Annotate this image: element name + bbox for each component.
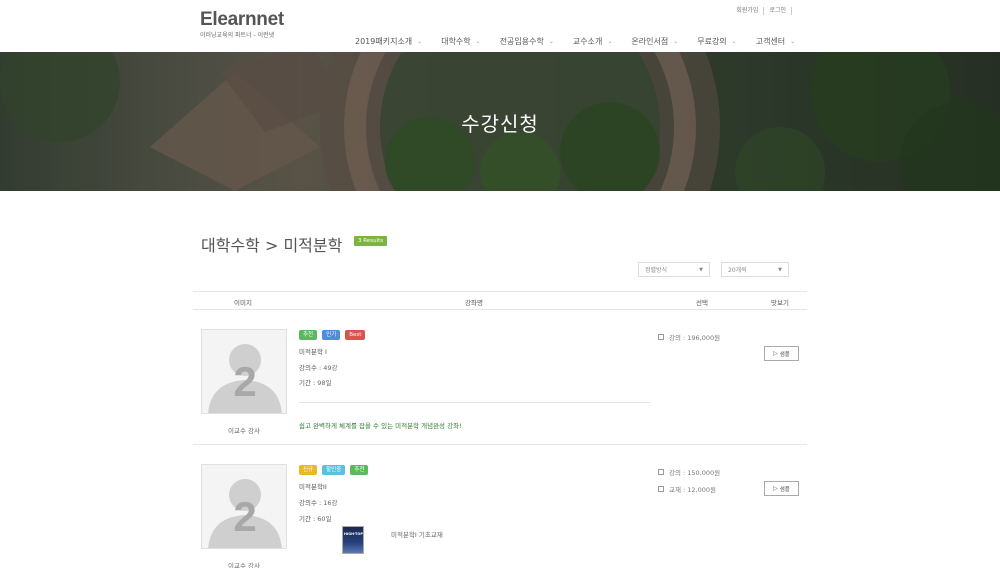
utility-links: 회원가입 로그인 bbox=[731, 7, 792, 15]
thumbnail-number: 2 bbox=[233, 493, 257, 540]
price-label: 강의 : 196,000원 bbox=[669, 334, 721, 342]
tag-new: 신규 bbox=[299, 465, 318, 475]
teacher-name: 이교수 강사 bbox=[228, 427, 260, 435]
course-tags: 신규 할인중 추천 bbox=[299, 465, 373, 475]
header-image: 이미지 bbox=[234, 299, 252, 307]
period-value: 60일 bbox=[317, 515, 332, 523]
nav-label: 대학수학 bbox=[441, 37, 471, 46]
tag-popular: 인기 bbox=[322, 330, 341, 340]
course-description: 쉽고 완벽하게 체계를 잡을 수 있는 미적분학 개념완성 강좌! bbox=[299, 422, 462, 430]
lectures-value: 16강 bbox=[323, 499, 338, 507]
price-option-lecture[interactable]: 강의 : 196,000원 bbox=[658, 332, 720, 342]
tag-recommended: 추천 bbox=[299, 330, 318, 340]
nav-label: 온라인서점 bbox=[631, 37, 669, 46]
nav-item-major-math[interactable]: 전공임용수학 ⌄ bbox=[500, 36, 554, 47]
row-divider bbox=[193, 444, 807, 445]
divider bbox=[299, 402, 651, 403]
sample-label: 샘플 bbox=[779, 351, 790, 358]
chevron-down-icon: ⌄ bbox=[548, 38, 554, 45]
page-size-select[interactable]: 20개씩 ▼ bbox=[721, 262, 789, 277]
play-icon: ▷ bbox=[773, 485, 778, 492]
nav-label: 전공임용수학 bbox=[499, 37, 544, 46]
sort-select[interactable]: 정렬방식 ▼ bbox=[638, 262, 710, 277]
main-nav: 2019패키지소개 ⌄ 대학수학 ⌄ 전공임용수학 ⌄ 교수소개 ⌄ 온라인서점 ⌄ 무료… bbox=[355, 36, 814, 47]
lectures-value: 49강 bbox=[323, 364, 338, 372]
header-course: 강좌명 bbox=[465, 299, 483, 307]
course-period: 기간 : 98일 bbox=[299, 377, 332, 387]
tag-discount: 할인중 bbox=[322, 465, 346, 475]
nav-item-bookstore[interactable]: 온라인서점 ⌄ bbox=[631, 36, 678, 47]
nav-label: 교수소개 bbox=[572, 37, 603, 46]
course-period: 기간 : 60일 bbox=[299, 513, 332, 523]
caret-down-icon: ▼ bbox=[699, 266, 703, 273]
textbook-cover[interactable]: HIGH-TOP bbox=[342, 526, 364, 554]
hero-title: 수강신청 bbox=[461, 112, 539, 136]
header-select: 선택 bbox=[696, 299, 708, 307]
sample-button[interactable]: ▷ 샘플 bbox=[764, 481, 799, 496]
chevron-down-icon: ⌄ bbox=[790, 38, 796, 45]
period-value: 98일 bbox=[317, 379, 332, 387]
nav-item-university-math[interactable]: 대학수학 ⌄ bbox=[441, 36, 480, 47]
nav-item-package[interactable]: 2019패키지소개 ⌄ bbox=[355, 36, 422, 47]
login-link[interactable]: 로그인 bbox=[763, 7, 792, 15]
course-thumbnail[interactable]: 2 bbox=[201, 464, 287, 549]
book-cover-title: HIGH-TOP bbox=[344, 532, 363, 536]
checkbox[interactable] bbox=[658, 469, 664, 475]
textbook-name: 미적분학I 기초교재 bbox=[391, 531, 443, 539]
page-title: 대학수학 > 미적분학 bbox=[201, 236, 343, 255]
logo-text: Elearnnet bbox=[200, 9, 284, 30]
nav-label: 무료강의 bbox=[697, 37, 727, 46]
course-lectures: 강의수 : 16강 bbox=[299, 497, 338, 507]
play-icon: ▷ bbox=[773, 350, 778, 357]
course-title[interactable]: 미적분학 I bbox=[299, 346, 327, 356]
chevron-down-icon: ⌄ bbox=[731, 38, 737, 45]
nav-item-free-lectures[interactable]: 무료강의 ⌄ bbox=[697, 36, 736, 47]
lectures-label: 강의수 : bbox=[299, 364, 324, 372]
results-count-badge: 3 Results bbox=[354, 236, 388, 246]
price-option-textbook[interactable]: 교재 : 12,000원 bbox=[658, 484, 716, 494]
lectures-label: 강의수 : bbox=[299, 499, 324, 507]
checkbox[interactable] bbox=[658, 486, 664, 492]
nav-item-customer-center[interactable]: 고객센터 ⌄ bbox=[756, 36, 795, 47]
teacher-name: 이교수 강사 bbox=[228, 562, 260, 568]
course-tags: 추천 인기 Best bbox=[299, 330, 370, 340]
chevron-down-icon: ⌄ bbox=[607, 38, 613, 45]
site-logo[interactable]: Elearnnet 이러닝교육의 파트너 - 이런넷 bbox=[200, 9, 284, 40]
period-label: 기간 : bbox=[299, 379, 318, 387]
course-lectures: 강의수 : 49강 bbox=[299, 362, 338, 372]
checkbox[interactable] bbox=[658, 334, 664, 340]
site-header: Elearnnet 이러닝교육의 파트너 - 이런넷 회원가입 로그인 2019… bbox=[0, 0, 1000, 52]
tag-best: Best bbox=[345, 330, 366, 340]
hero-banner: 수강신청 bbox=[0, 52, 1000, 191]
nav-item-professors[interactable]: 교수소개 ⌄ bbox=[573, 36, 612, 47]
period-label: 기간 : bbox=[299, 515, 318, 523]
header-preview: 맛보기 bbox=[771, 299, 789, 307]
chevron-down-icon: ⌄ bbox=[475, 38, 481, 45]
chevron-down-icon: ⌄ bbox=[417, 38, 423, 45]
chevron-down-icon: ⌄ bbox=[673, 38, 679, 45]
page-size-select-value: 20개씩 bbox=[728, 267, 747, 274]
caret-down-icon: ▼ bbox=[778, 266, 782, 273]
sample-button[interactable]: ▷ 샘플 bbox=[764, 346, 799, 361]
course-title[interactable]: 미적분학II bbox=[299, 481, 327, 491]
sort-select-value: 정렬방식 bbox=[645, 267, 668, 274]
price-option-lecture[interactable]: 강의 : 150,000원 bbox=[658, 467, 720, 477]
course-thumbnail[interactable]: 2 bbox=[201, 329, 287, 414]
price-label: 교재 : 12,000원 bbox=[669, 486, 717, 494]
table-header: 이미지 강좌명 선택 맛보기 bbox=[193, 291, 807, 310]
tag-recommended: 추천 bbox=[350, 465, 369, 475]
price-label: 강의 : 150,000원 bbox=[669, 469, 721, 477]
nav-label: 고객센터 bbox=[755, 37, 786, 46]
logo-tagline: 이러닝교육의 파트너 - 이런넷 bbox=[200, 32, 275, 39]
join-link[interactable]: 회원가입 bbox=[731, 7, 763, 15]
sample-label: 샘플 bbox=[779, 486, 790, 493]
nav-label: 2019패키지소개 bbox=[355, 37, 413, 46]
thumbnail-number: 2 bbox=[233, 358, 257, 405]
